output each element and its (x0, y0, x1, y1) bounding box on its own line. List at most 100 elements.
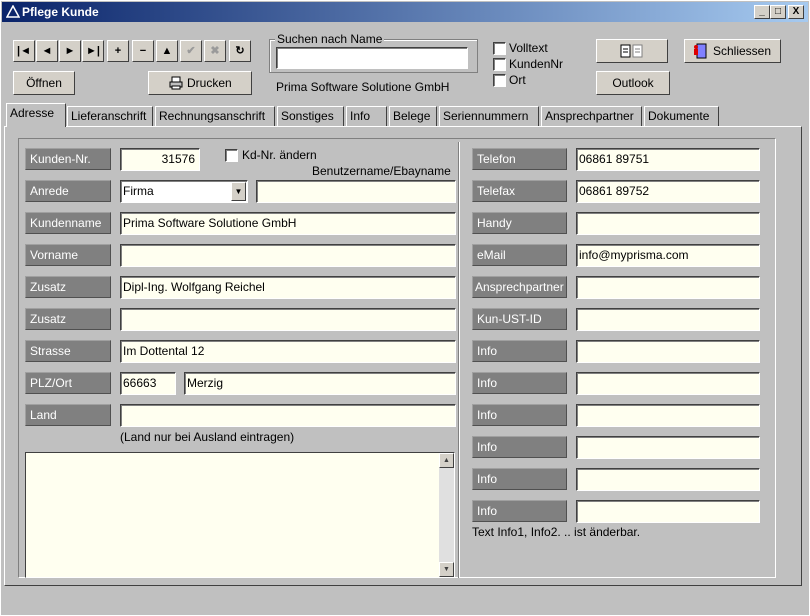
ort-checkbox[interactable] (493, 74, 506, 87)
telefon-label: Telefon (472, 148, 567, 170)
strasse-label: Strasse (25, 340, 111, 362)
telefax-label: Telefax (472, 180, 567, 202)
volltext-checkbox[interactable] (493, 42, 506, 55)
tab-adresse[interactable]: Adresse (6, 103, 66, 127)
title-bar: Pflege Kunde _ □ X (2, 2, 808, 22)
copy-icon (620, 44, 643, 58)
kunden-nr-field[interactable]: 31576 (120, 148, 200, 171)
benutzername-label: Benutzername/Ebayname (312, 164, 451, 178)
printer-icon (169, 76, 183, 90)
kundenname-field[interactable]: Prima Software Solutione GmbH (120, 212, 456, 235)
ustid-label: Kun-UST-ID (472, 308, 567, 330)
app-icon (6, 5, 20, 18)
kdnr-aendern-label: Kd-Nr. ändern (242, 148, 317, 162)
outlook-button[interactable]: Outlook (596, 71, 670, 95)
info4-field[interactable] (576, 436, 760, 459)
ort-field[interactable]: Merzig (184, 372, 456, 395)
info6-field[interactable] (576, 500, 760, 523)
land-label: Land (25, 404, 111, 426)
first-record-button[interactable]: |◄ (13, 40, 35, 62)
cancel-record-button[interactable]: ✖ (204, 40, 226, 62)
refresh-button[interactable]: ↻ (229, 40, 251, 62)
info2-label: Info (472, 372, 567, 394)
zusatz2-label: Zusatz (25, 308, 111, 330)
kunden-nr-label: Kunden-Nr. (25, 148, 111, 170)
search-label: Suchen nach Name (275, 32, 385, 46)
zusatz2-field[interactable] (120, 308, 456, 331)
email-field[interactable]: info@myprisma.com (576, 244, 760, 267)
land-field[interactable] (120, 404, 456, 427)
info5-label: Info (472, 468, 567, 490)
anrede-select[interactable]: Firma (120, 180, 248, 203)
add-record-button[interactable]: + (107, 40, 129, 62)
plz-field[interactable]: 66663 (120, 372, 176, 395)
email-label: eMail (472, 244, 567, 266)
info5-field[interactable] (576, 468, 760, 491)
plzort-label: PLZ/Ort (25, 372, 111, 394)
last-record-button[interactable]: ►| (82, 40, 104, 62)
search-input[interactable] (276, 47, 468, 69)
scroll-up-icon[interactable]: ▲ (439, 453, 454, 468)
tab-rechnungsanschrift[interactable]: Rechnungsanschrift (155, 106, 275, 126)
close-window-button[interactable]: X (788, 5, 804, 19)
tab-belege[interactable]: Belege (389, 106, 437, 126)
memo-scrollbar[interactable] (439, 453, 454, 577)
close-label: Schliessen (713, 44, 772, 58)
benutzername-field[interactable] (256, 180, 456, 203)
info2-field[interactable] (576, 372, 760, 395)
kdnr-aendern-checkbox[interactable] (225, 149, 238, 162)
volltext-label: Volltext (509, 41, 548, 55)
exit-door-icon (694, 43, 707, 59)
vorname-label: Vorname (25, 244, 111, 266)
next-record-button[interactable]: ► (59, 40, 81, 62)
zusatz1-label: Zusatz (25, 276, 111, 298)
close-button[interactable]: Schliessen (684, 39, 781, 63)
ustid-field[interactable] (576, 308, 760, 331)
zusatz1-field[interactable]: Dipl-Ing. Wolfgang Reichel (120, 276, 456, 299)
info4-label: Info (472, 436, 567, 458)
info3-label: Info (472, 404, 567, 426)
column-divider (458, 142, 460, 578)
handy-label: Handy (472, 212, 567, 234)
vorname-field[interactable] (120, 244, 456, 267)
prev-record-button[interactable]: ◄ (36, 40, 58, 62)
ansprechpartner-label: Ansprechpartner (472, 276, 567, 298)
kundennr-label: KundenNr (509, 57, 564, 71)
print-label: Drucken (187, 76, 232, 90)
delete-record-button[interactable]: − (132, 40, 154, 62)
info-hint: Text Info1, Info2. .. ist änderbar. (472, 525, 641, 539)
strasse-field[interactable]: Im Dottental 12 (120, 340, 456, 363)
handy-field[interactable] (576, 212, 760, 235)
info1-label: Info (472, 340, 567, 362)
memo-field[interactable] (25, 452, 455, 578)
ort-label: Ort (509, 73, 526, 87)
land-hint: (Land nur bei Ausland eintragen) (120, 430, 295, 444)
telefon-field[interactable]: 06861 89751 (576, 148, 760, 171)
print-button[interactable]: Drucken (148, 71, 252, 95)
info1-field[interactable] (576, 340, 760, 363)
minimize-button[interactable]: _ (754, 5, 770, 19)
post-record-button[interactable]: ✔ (180, 40, 202, 62)
ansprechpartner-field[interactable] (576, 276, 760, 299)
scroll-down-icon[interactable]: ▼ (439, 562, 454, 577)
edit-record-button[interactable]: ▲ (156, 40, 178, 62)
info6-label: Info (472, 500, 567, 522)
tab-sonstiges[interactable]: Sonstiges (277, 106, 344, 126)
tab-ansprechpartner[interactable]: Ansprechpartner (541, 106, 642, 126)
window-title: Pflege Kunde (22, 5, 99, 19)
chevron-down-icon[interactable]: ▼ (231, 182, 246, 201)
anrede-label: Anrede (25, 180, 111, 202)
anrede-value: Firma (123, 184, 154, 198)
tab-lieferanschrift[interactable]: Lieferanschrift (67, 106, 153, 126)
info3-field[interactable] (576, 404, 760, 427)
telefax-field[interactable]: 06861 89752 (576, 180, 760, 203)
open-button[interactable]: Öffnen (13, 71, 75, 95)
maximize-button[interactable]: □ (770, 5, 786, 19)
copy-button[interactable] (596, 39, 668, 63)
tab-dokumente[interactable]: Dokumente (644, 106, 719, 126)
company-display: Prima Software Solutione GmbH (276, 80, 450, 94)
kundenname-label: Kundenname (25, 212, 111, 234)
kundennr-checkbox[interactable] (493, 58, 506, 71)
tab-info[interactable]: Info (346, 106, 387, 126)
tab-seriennummern[interactable]: Seriennummern (439, 106, 539, 126)
